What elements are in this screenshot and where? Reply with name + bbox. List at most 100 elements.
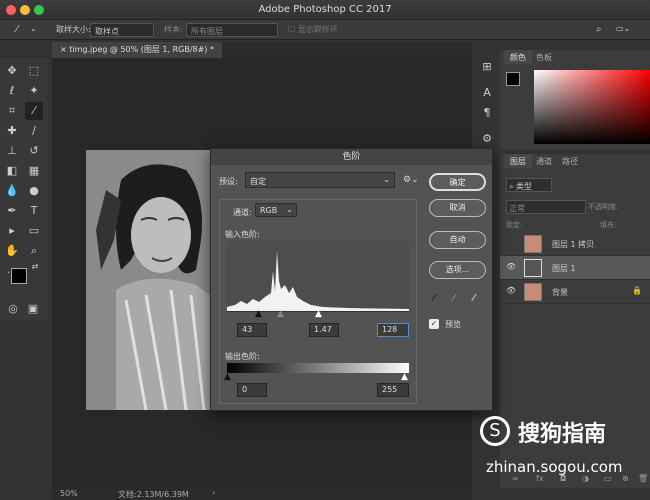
input-white-field[interactable]: 128 (377, 323, 409, 337)
white-point-eyedropper-icon[interactable]: ⁄ (473, 293, 475, 304)
layer-thumbnail (524, 259, 542, 277)
auto-button[interactable]: 自动 (429, 231, 486, 249)
chevron-down-icon: ⌄ (383, 175, 390, 184)
input-white-slider-handle[interactable]: ▲ (315, 309, 322, 319)
brush-tool-icon[interactable]: ∕ (25, 122, 43, 140)
options-button[interactable]: 选项... (429, 261, 486, 279)
layer-row-copy[interactable]: 图层 1 拷贝 (500, 232, 650, 256)
layer-row-background[interactable]: 👁 背景 🔒 (500, 280, 650, 304)
workspace-icon[interactable]: ▭⌄ (616, 24, 630, 33)
tab-paths[interactable]: 路径 (556, 154, 584, 168)
hand-tool-icon[interactable]: ✋ (3, 242, 21, 260)
marquee-tool-icon[interactable]: ⬚ (25, 62, 43, 80)
layer-row-layer1[interactable]: 👁 图层 1 (500, 256, 650, 280)
cancel-button[interactable]: 取消 (429, 199, 486, 217)
document-tab[interactable]: × timg.jpeg @ 50% (图层 1, RGB/8#) * (52, 42, 222, 58)
gradient-tool-icon[interactable]: ▦ (25, 162, 43, 180)
zoom-level[interactable]: 50% (60, 489, 78, 498)
preset-label: 预设: (219, 177, 238, 186)
pen-tool-icon[interactable]: ✒ (3, 202, 21, 220)
eraser-tool-icon[interactable]: ◧ (3, 162, 21, 180)
clone-stamp-icon[interactable]: ⊥ (3, 142, 21, 160)
gray-point-eyedropper-icon[interactable]: ⁄ (453, 293, 455, 304)
type-tool-icon[interactable]: T (25, 202, 43, 220)
eyedropper-icon[interactable]: ⁄ (8, 21, 26, 39)
preview-checkbox[interactable]: ✓ (429, 319, 439, 329)
eyedropper-tool-icon[interactable]: ⁄ (25, 102, 43, 120)
magic-wand-icon[interactable]: ✦ (25, 82, 43, 100)
input-gamma-field[interactable]: 1.47 (309, 323, 339, 337)
history-panel-icon[interactable]: ⊞ (478, 58, 496, 76)
color-picker-field[interactable] (534, 70, 650, 144)
status-bar: 50% 文档:2.13M/6.39M › (52, 488, 472, 500)
output-white-slider-handle[interactable]: ▲ (401, 372, 408, 382)
move-tool-icon[interactable]: ✥ (3, 62, 21, 80)
tool-preset-arrow-icon[interactable]: ⌄ (30, 24, 37, 33)
lock-icon: 🔒 (632, 286, 642, 295)
ok-button[interactable]: 确定 (429, 173, 486, 191)
sample-select[interactable]: 所有图层 (186, 23, 278, 37)
adjustments-panel-icon[interactable]: ⚙ (478, 130, 496, 148)
watermark-brand: 搜狗指南 (518, 422, 607, 447)
character-panel-icon[interactable]: A (478, 84, 496, 102)
levels-dialog: 色阶 预设: 自定 ⌄ ⚙⌄ 通道: RGB ⌄ 输入色阶: ▲ ▲ ▲ 43 … (210, 148, 493, 411)
paragraph-panel-icon[interactable]: ¶ (478, 104, 496, 122)
output-black-slider-handle[interactable]: ▲ (224, 372, 231, 382)
layer-name: 图层 1 拷贝 (552, 240, 595, 249)
healing-brush-icon[interactable]: ✚ (3, 122, 21, 140)
layer-kind-filter[interactable]: ⌕ 类型 (506, 178, 552, 192)
layer-name: 图层 1 (552, 264, 576, 273)
channel-value: RGB (260, 206, 278, 215)
history-brush-icon[interactable]: ↺ (25, 142, 43, 160)
visibility-eye-icon[interactable]: 👁 (506, 286, 516, 295)
channel-select[interactable]: RGB ⌄ (255, 203, 297, 217)
input-black-slider-handle[interactable]: ▲ (255, 309, 262, 319)
histogram (227, 241, 409, 311)
show-ring-checkbox[interactable]: ☐ 显示取样环 (288, 24, 338, 35)
output-gradient-bar (227, 363, 409, 373)
blur-tool-icon[interactable]: 💧 (3, 182, 21, 200)
color-panel: 颜色 色板 (500, 50, 650, 150)
path-selection-icon[interactable]: ▸ (3, 222, 21, 240)
layer-kind-label: 类型 (516, 182, 533, 191)
status-arrow-icon[interactable]: › (212, 488, 215, 497)
output-black-field[interactable]: 0 (237, 383, 267, 397)
blend-mode-select[interactable]: 正常 (506, 200, 586, 214)
color-foreground-swatch[interactable] (506, 72, 520, 86)
dodge-tool-icon[interactable]: ● (25, 182, 43, 200)
crop-tool-icon[interactable]: ⌗ (3, 102, 21, 120)
preset-select[interactable]: 自定 ⌄ (245, 172, 395, 188)
tab-channels[interactable]: 通道 (530, 154, 558, 168)
swap-colors-icon[interactable]: ⇄ (26, 258, 44, 276)
close-tab-icon[interactable]: × (60, 45, 67, 54)
output-white-field[interactable]: 255 (377, 383, 409, 397)
black-point-eyedropper-icon[interactable]: ⁄ (433, 293, 435, 304)
document-tab-title: timg.jpeg @ 50% (图层 1, RGB/8#) * (69, 45, 214, 54)
tab-layers[interactable]: 图层 (504, 154, 532, 168)
portrait-illustration (86, 150, 216, 410)
output-levels-label: 输出色阶: (225, 352, 260, 361)
tab-color[interactable]: 颜色 (504, 50, 532, 64)
sample-size-label: 取样大小: (56, 25, 91, 34)
levels-dialog-title: 色阶 (211, 149, 492, 165)
options-bar: ⁄ ⌄ 取样大小: 取样点 样本: 所有图层 ☐ 显示取样环 ⌕ ▭⌄ (0, 20, 650, 40)
lock-label: 锁定: (506, 221, 523, 229)
screen-mode-icon[interactable]: ▣ (24, 300, 42, 318)
search-icon[interactable]: ⌕ (596, 24, 602, 35)
watermark: S 搜狗指南 zhinan.sogou.com (474, 412, 650, 488)
shape-tool-icon[interactable]: ▭ (25, 222, 43, 240)
quick-mask-icon[interactable]: ◎ (4, 300, 22, 318)
sample-size-select[interactable]: 取样点 (90, 23, 154, 37)
tab-swatches[interactable]: 色板 (530, 50, 558, 64)
foreground-color-swatch[interactable] (11, 268, 27, 284)
visibility-eye-icon[interactable]: 👁 (506, 262, 516, 271)
canvas-image[interactable] (86, 150, 216, 410)
sogou-logo-icon: S (480, 416, 510, 446)
lasso-tool-icon[interactable]: ℓ (3, 82, 21, 100)
input-gamma-slider-handle[interactable]: ▲ (277, 309, 284, 319)
fill-label: 填充: (600, 221, 617, 229)
preview-label: 预览 (445, 320, 461, 329)
preset-options-gear-icon[interactable]: ⚙⌄ (403, 175, 419, 185)
channel-label: 通道: (233, 208, 252, 217)
input-black-field[interactable]: 43 (237, 323, 267, 337)
